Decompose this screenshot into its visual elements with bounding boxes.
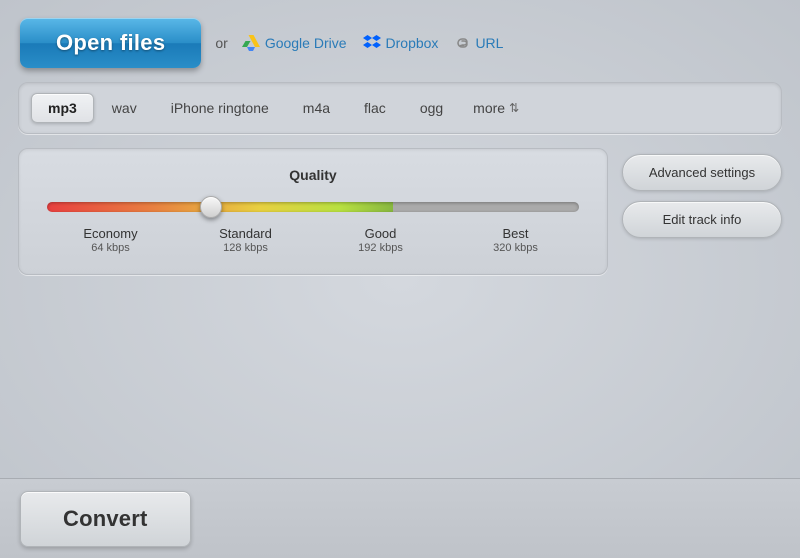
slider-markers: Economy 64 kbps Standard 128 kbps Good 1… (43, 226, 583, 254)
marker-standard-label: Standard (178, 226, 313, 241)
dropbox-icon (363, 35, 381, 51)
convert-button[interactable]: Convert (20, 491, 191, 547)
empty-area (0, 275, 800, 395)
slider-container (43, 199, 583, 222)
tab-flac[interactable]: flac (348, 94, 402, 122)
tab-ogg[interactable]: ogg (404, 94, 459, 122)
marker-best-sublabel: 320 kbps (448, 242, 583, 254)
chevron-icon: ⇅ (509, 101, 519, 115)
quality-slider[interactable] (47, 202, 579, 212)
top-bar: Open files or Google Drive Dropbox (0, 0, 800, 82)
more-formats-button[interactable]: more ⇅ (461, 95, 531, 121)
quality-panel: Quality Economy 64 kbps Standard 128 kbp… (18, 148, 608, 275)
marker-standard: Standard 128 kbps (178, 226, 313, 254)
quality-label: Quality (43, 167, 583, 183)
tab-iphone-ringtone[interactable]: iPhone ringtone (155, 94, 285, 122)
format-tabs-container: mp3 wav iPhone ringtone m4a flac ogg mor… (18, 82, 782, 134)
more-label: more (473, 100, 505, 116)
dropbox-label: Dropbox (386, 35, 439, 51)
right-buttons: Advanced settings Edit track info (622, 148, 782, 275)
marker-standard-sublabel: 128 kbps (178, 242, 313, 254)
open-files-button[interactable]: Open files (20, 18, 201, 68)
or-text: or (215, 35, 227, 51)
marker-economy: Economy 64 kbps (43, 226, 178, 254)
url-link[interactable]: URL (454, 35, 503, 51)
edit-track-info-button[interactable]: Edit track info (622, 201, 782, 238)
bottom-bar: Convert (0, 478, 800, 558)
url-label: URL (475, 35, 503, 51)
marker-good: Good 192 kbps (313, 226, 448, 254)
tab-mp3[interactable]: mp3 (31, 93, 94, 123)
google-drive-label: Google Drive (265, 35, 347, 51)
settings-area: Quality Economy 64 kbps Standard 128 kbp… (18, 148, 782, 275)
marker-economy-sublabel: 64 kbps (43, 242, 178, 254)
tab-m4a[interactable]: m4a (287, 94, 346, 122)
tab-wav[interactable]: wav (96, 94, 153, 122)
google-drive-link[interactable]: Google Drive (242, 35, 347, 51)
marker-good-sublabel: 192 kbps (313, 242, 448, 254)
google-drive-icon (242, 35, 260, 51)
marker-best: Best 320 kbps (448, 226, 583, 254)
marker-economy-label: Economy (43, 226, 178, 241)
marker-good-label: Good (313, 226, 448, 241)
advanced-settings-button[interactable]: Advanced settings (622, 154, 782, 191)
url-icon (454, 35, 470, 51)
format-tabs: mp3 wav iPhone ringtone m4a flac ogg mor… (31, 93, 769, 123)
marker-best-label: Best (448, 226, 583, 241)
dropbox-link[interactable]: Dropbox (363, 35, 439, 51)
cloud-links: Google Drive Dropbox URL (242, 35, 504, 51)
